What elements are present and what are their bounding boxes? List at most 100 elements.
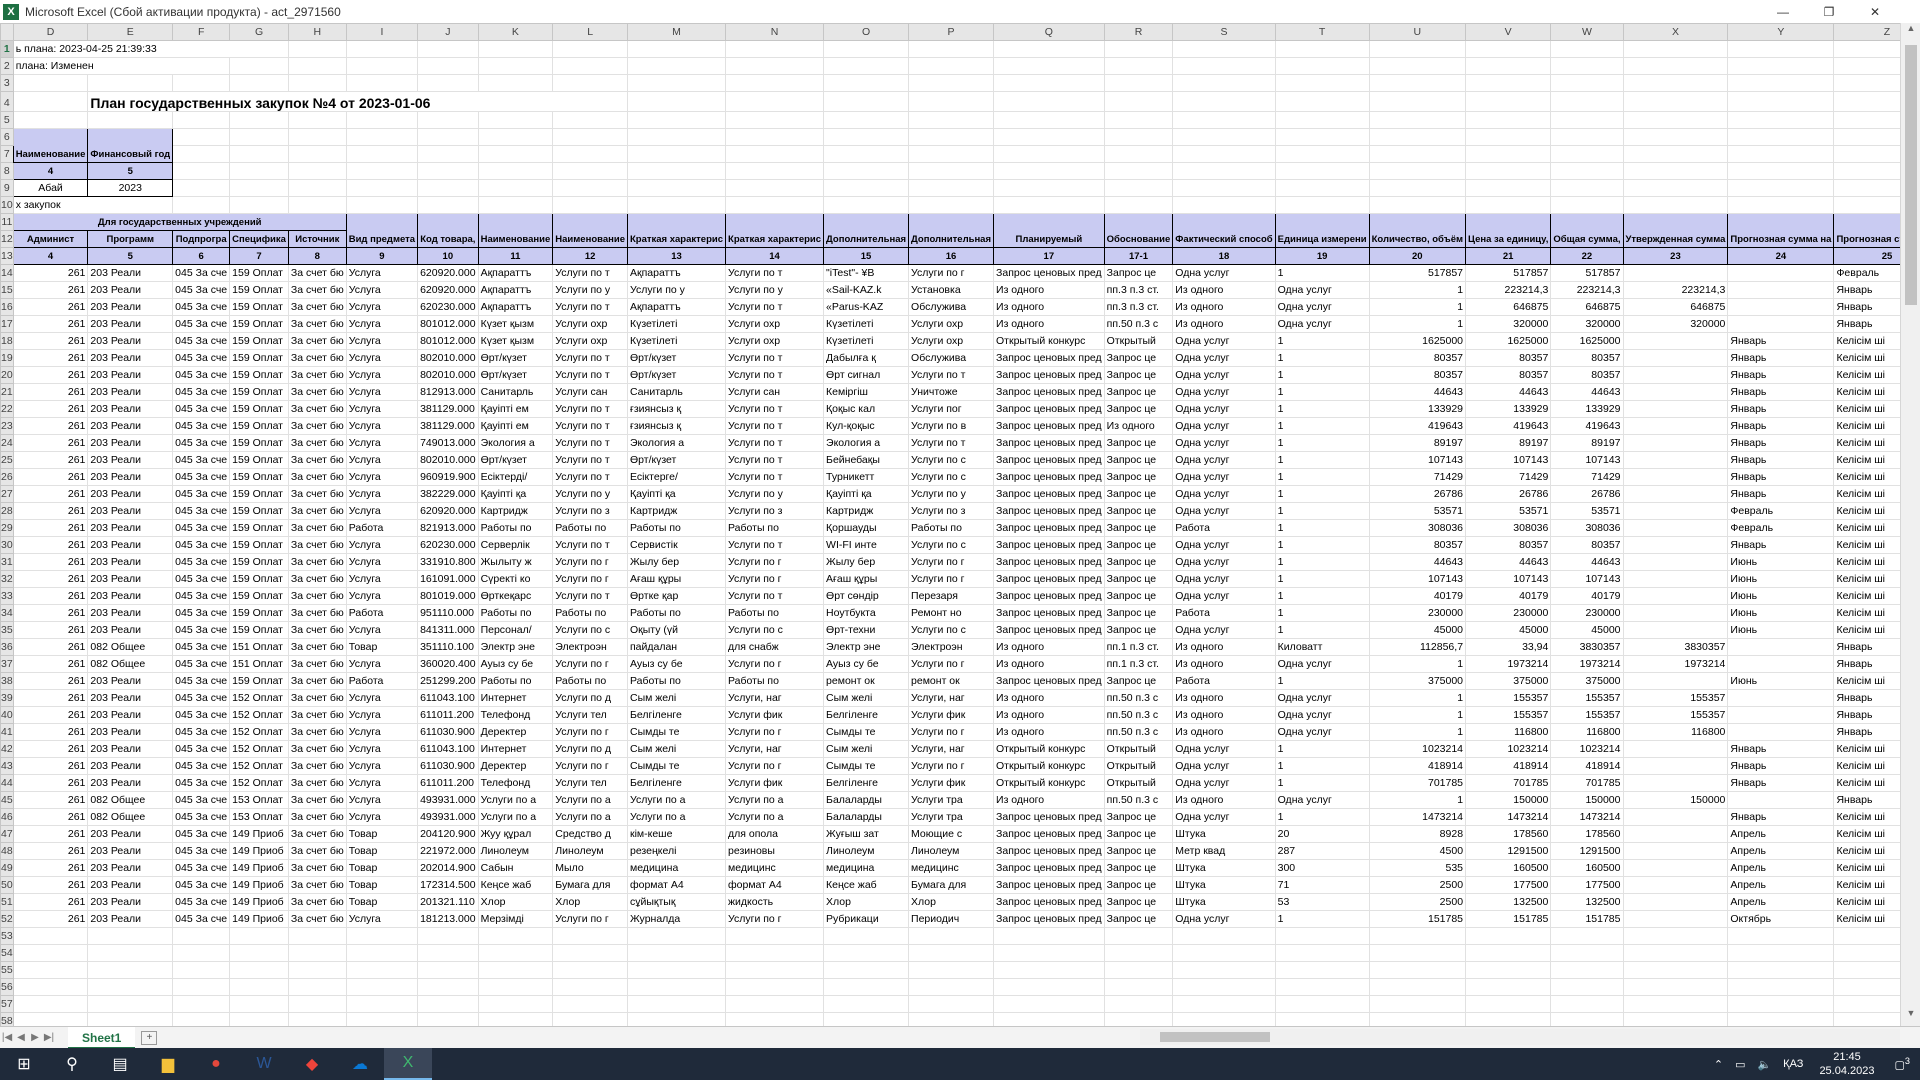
cell[interactable]: [229, 74, 289, 92]
cell[interactable]: [552, 111, 628, 129]
row-header[interactable]: 46: [0, 808, 14, 826]
data-cell[interactable]: Апрель: [1727, 876, 1835, 894]
data-cell[interactable]: для опола: [725, 825, 825, 843]
data-cell[interactable]: Товар: [345, 876, 419, 894]
cell[interactable]: [229, 1012, 289, 1026]
data-cell[interactable]: Запрос це: [1103, 536, 1174, 554]
data-cell[interactable]: 223214,3: [1465, 281, 1552, 299]
data-cell[interactable]: 045 За сче: [172, 485, 231, 503]
data-cell[interactable]: сұйықтық: [626, 893, 727, 911]
column-title[interactable]: Фактический способ: [1172, 213, 1276, 248]
data-cell[interactable]: Одна услуг: [1172, 774, 1276, 792]
cell[interactable]: [993, 74, 1105, 92]
data-cell[interactable]: Запрос ценовых пред: [993, 893, 1105, 911]
data-cell[interactable]: «Parus-KAZ: [823, 298, 910, 316]
cell[interactable]: [626, 91, 727, 112]
cell[interactable]: [1727, 995, 1835, 1013]
data-cell[interactable]: Средство д: [552, 825, 628, 843]
data-cell[interactable]: Услуги фик: [908, 706, 995, 724]
cell[interactable]: [229, 111, 289, 129]
data-cell[interactable]: 132500: [1550, 893, 1624, 911]
row-header[interactable]: 24: [0, 434, 14, 452]
data-cell[interactable]: 203 Реали: [87, 519, 174, 537]
column-number[interactable]: 10: [417, 247, 479, 265]
row-header[interactable]: 49: [0, 859, 14, 877]
data-cell[interactable]: Услуги по т: [725, 468, 825, 486]
data-cell[interactable]: Работа: [1172, 604, 1276, 622]
cell[interactable]: [417, 978, 479, 996]
data-cell[interactable]: Одна услуг: [1172, 485, 1276, 503]
cell[interactable]: [993, 91, 1105, 112]
cell[interactable]: [1622, 111, 1729, 129]
data-cell[interactable]: Запрос ценовых пред: [993, 349, 1105, 367]
cell[interactable]: [172, 128, 231, 146]
cell[interactable]: [12, 944, 89, 962]
cell[interactable]: [1550, 961, 1624, 979]
data-cell[interactable]: Келісім ші: [1833, 570, 1900, 588]
cell[interactable]: [477, 179, 554, 197]
data-cell[interactable]: 045 За сче: [172, 910, 231, 928]
data-cell[interactable]: За счет бю: [287, 553, 347, 571]
data-cell[interactable]: Установка: [908, 281, 995, 299]
data-cell[interactable]: 80357: [1465, 536, 1552, 554]
data-cell[interactable]: Запрос це: [1103, 825, 1174, 843]
cell[interactable]: [1550, 978, 1624, 996]
column-header[interactable]: H: [287, 23, 347, 41]
data-cell[interactable]: Сымды те: [823, 757, 910, 775]
cell[interactable]: [345, 111, 419, 129]
cell[interactable]: [172, 162, 231, 180]
cell[interactable]: [87, 961, 174, 979]
data-cell[interactable]: [1622, 502, 1729, 520]
data-cell[interactable]: Запрос це: [1103, 485, 1174, 503]
cell[interactable]: [626, 995, 727, 1013]
data-cell[interactable]: 53571: [1550, 502, 1624, 520]
data-cell[interactable]: [1727, 281, 1835, 299]
data-cell[interactable]: Запрос це: [1103, 876, 1174, 894]
data-cell[interactable]: Ауыз су бе: [626, 655, 727, 673]
data-cell[interactable]: 261: [12, 842, 89, 860]
cell[interactable]: [1465, 978, 1552, 996]
data-cell[interactable]: Январь: [1727, 366, 1835, 384]
cell[interactable]: [12, 995, 89, 1013]
data-cell[interactable]: Услуги по т: [725, 536, 825, 554]
data-cell[interactable]: [1622, 400, 1729, 418]
column-header[interactable]: R: [1103, 23, 1174, 41]
data-cell[interactable]: 045 За сче: [172, 740, 231, 758]
cell[interactable]: [823, 927, 910, 945]
row-header[interactable]: 28: [0, 502, 14, 520]
cell[interactable]: [477, 145, 554, 163]
column-number[interactable]: 12: [552, 247, 628, 265]
data-cell[interactable]: 203 Реали: [87, 349, 174, 367]
cell[interactable]: [1172, 927, 1276, 945]
data-cell[interactable]: Ағаш құры: [626, 570, 727, 588]
cell[interactable]: [287, 196, 347, 214]
data-cell[interactable]: 159 Оплат: [229, 417, 289, 435]
data-cell[interactable]: Работы по: [626, 672, 727, 690]
cell[interactable]: [1103, 995, 1174, 1013]
data-cell[interactable]: Қоқыс кал: [823, 400, 910, 418]
data-cell[interactable]: пп.50 п.3 с: [1103, 723, 1174, 741]
data-cell[interactable]: [1622, 587, 1729, 605]
data-cell[interactable]: Услуги по т: [725, 417, 825, 435]
data-cell[interactable]: Работы по: [552, 519, 628, 537]
header-fin-year[interactable]: Финансовый год: [87, 128, 174, 163]
data-cell[interactable]: Балаларды: [823, 808, 910, 826]
data-cell[interactable]: Услуги по г: [725, 553, 825, 571]
data-cell[interactable]: 261: [12, 808, 89, 826]
data-cell[interactable]: За счет бю: [287, 383, 347, 401]
data-cell[interactable]: Обслужива: [908, 349, 995, 367]
data-cell[interactable]: Услуга: [345, 791, 419, 809]
data-cell[interactable]: 045 За сче: [172, 366, 231, 384]
data-cell[interactable]: Услуги сан: [725, 383, 825, 401]
cell[interactable]: [345, 40, 419, 58]
cell[interactable]: [1172, 1012, 1276, 1026]
cell[interactable]: [1727, 927, 1835, 945]
data-cell[interactable]: Февраль: [1833, 264, 1900, 282]
data-cell[interactable]: 1: [1274, 740, 1370, 758]
data-cell[interactable]: [1622, 774, 1729, 792]
cell[interactable]: [908, 111, 995, 129]
data-cell[interactable]: 151 Оплат: [229, 655, 289, 673]
cell[interactable]: [823, 91, 910, 112]
data-cell[interactable]: 517857: [1368, 264, 1467, 282]
data-cell[interactable]: [1727, 638, 1835, 656]
